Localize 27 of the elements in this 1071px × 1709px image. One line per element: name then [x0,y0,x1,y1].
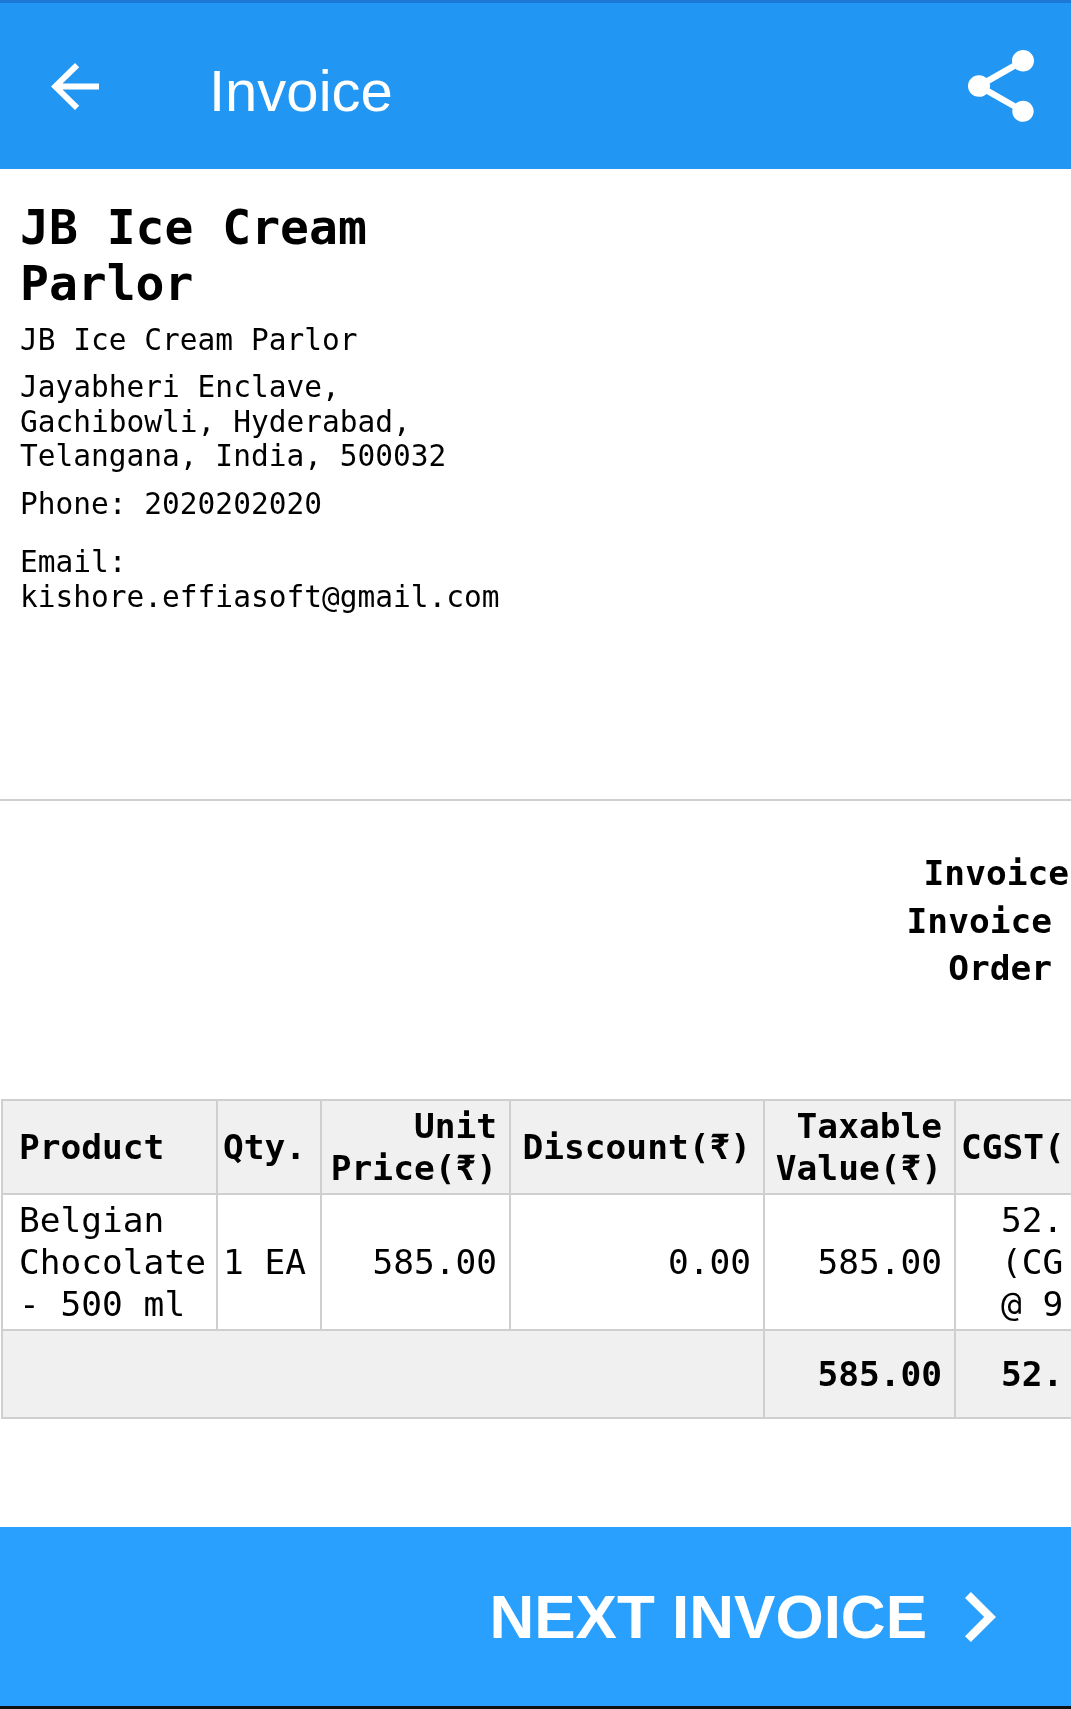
table-cell: 1 EA [218,1194,320,1329]
column-header: Unit Price(₹) [322,1100,509,1193]
chevron-right-icon [965,1591,996,1642]
column-header: CGST( [956,1100,1071,1193]
column-header: Discount(₹) [511,1100,763,1193]
store-phone: Phone: 2020202020 [20,486,322,522]
store-email: Email: kishore.effiasoft@gmail.com [20,544,501,615]
back-arrow-icon[interactable] [51,62,99,110]
total-cell: 52. [956,1330,1071,1417]
column-header: Taxable Value(₹) [765,1100,954,1193]
share-icon[interactable] [968,50,1034,122]
column-header: Qty. [218,1100,320,1193]
screen-title: Invoice [209,61,393,120]
total-cell: 585.00 [765,1330,954,1417]
next-invoice-button[interactable]: NEXT INVOICE [0,1527,1071,1706]
store-address: Jayabheri Enclave, Gachibowli, Hyderabad, Telangana, India, 500032 [20,370,448,474]
store-name: JB Ice Cream Parlor [20,199,368,311]
table-cell: 585.00 [765,1194,954,1329]
invoice-label: Order [948,947,1052,991]
table-cell: Belgian Chocolate - 500 ml [3,1194,216,1329]
column-header: Product [3,1100,216,1193]
invoice-label: Invoice [923,852,1069,896]
invoice-label: Invoice [906,899,1052,943]
table-cell: 585.00 [322,1194,509,1329]
table-cell: 0.00 [511,1194,763,1329]
table-cell: 52. (CG @ 9 [956,1194,1071,1329]
store-legal-name: JB Ice Cream Parlor [20,323,358,358]
